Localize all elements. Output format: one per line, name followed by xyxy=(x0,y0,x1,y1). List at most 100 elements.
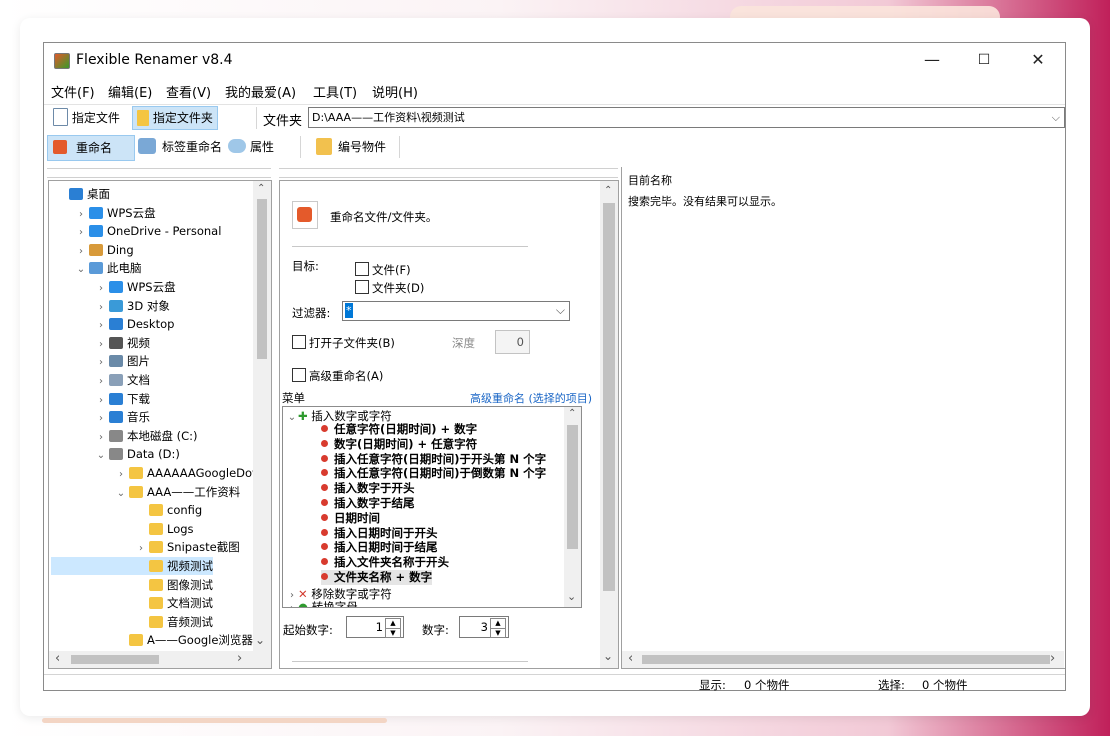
chevron-right-icon[interactable]: › xyxy=(95,429,107,447)
tree-item[interactable]: › OneDrive - Personal xyxy=(51,222,221,240)
spin-down-icon[interactable]: ▼ xyxy=(385,628,401,638)
target-label: 目标: xyxy=(292,259,319,273)
chevron-right-icon[interactable]: › xyxy=(115,466,127,484)
digits-spinner[interactable]: 3 ▲ ▼ xyxy=(459,616,509,638)
chevron-down-icon[interactable]: ⌄ xyxy=(75,261,87,279)
chevron-right-icon[interactable]: › xyxy=(95,280,107,298)
tree-item[interactable]: 桌面 xyxy=(51,185,110,203)
toolbar-top: 指定文件 指定文件夹 文件夹 D:\AAA——工作资料\视频测试 ⌵ xyxy=(44,104,1065,131)
digits-label: 数字: xyxy=(422,623,449,637)
menu-file[interactable]: 文件(F) xyxy=(51,82,95,101)
folder-path-combobox[interactable]: D:\AAA——工作资料\视频测试 ⌵ xyxy=(308,107,1065,128)
minimize-button[interactable]: — xyxy=(906,43,958,79)
command-item[interactable]: 日期时间 xyxy=(321,511,380,526)
tree-item[interactable]: 音频测试 xyxy=(51,613,213,631)
scroll-thumb[interactable] xyxy=(642,655,1050,664)
advanced-rename-link[interactable]: 高级重命名 (选择的项目) xyxy=(470,390,592,406)
command-tree-scrollbar[interactable]: ⌃ ⌄ xyxy=(564,407,581,607)
tree-item[interactable]: config xyxy=(51,501,202,519)
chevron-right-icon[interactable]: › xyxy=(95,317,107,335)
tree-item[interactable]: › Ding xyxy=(51,241,134,259)
desktop-icon xyxy=(109,318,123,331)
chevron-down-icon[interactable]: ⌄ xyxy=(115,485,127,503)
results-horizontal-scrollbar[interactable]: ‹ › xyxy=(622,651,1064,668)
tree-item[interactable]: 文档测试 xyxy=(51,594,213,612)
tree-horizontal-scrollbar[interactable]: ‹ › xyxy=(49,651,271,668)
tree-item[interactable]: ⌄ Data (D:) xyxy=(51,445,180,463)
command-item[interactable]: 插入文件夹名称于开头 xyxy=(321,555,449,570)
user-icon xyxy=(89,243,103,256)
rename-button[interactable]: 重命名 xyxy=(47,135,135,161)
specify-folder-button[interactable]: 指定文件夹 xyxy=(132,106,218,130)
tree-item[interactable]: › 本地磁盘 (C:) xyxy=(51,427,198,445)
command-item[interactable]: 插入任意字符(日期时间)于倒数第 N 个字 xyxy=(321,466,546,481)
specify-file-button[interactable]: 指定文件 xyxy=(49,107,124,129)
tree-item[interactable]: 视频测试 xyxy=(51,557,213,575)
start-number-spinner[interactable]: 1 ▲ ▼ xyxy=(346,616,404,638)
tree-item[interactable]: ⌄ AAA——工作资料 xyxy=(51,483,240,501)
maximize-button[interactable]: ☐ xyxy=(958,43,1010,79)
chevron-right-icon[interactable]: › xyxy=(95,373,107,391)
tree-item-label: 视频 xyxy=(127,335,150,350)
chevron-right-icon[interactable]: › xyxy=(95,392,107,410)
scroll-thumb[interactable] xyxy=(71,655,159,664)
rename-pane-scrollbar[interactable]: ⌃ ⌄ xyxy=(600,181,618,668)
tree-item[interactable]: › 下载 xyxy=(51,390,150,408)
tree-item[interactable]: 图像测试 xyxy=(51,576,213,594)
tree-vertical-scrollbar[interactable]: ⌃ ⌄ xyxy=(253,181,271,651)
chevron-right-icon[interactable]: › xyxy=(75,206,87,224)
tree-item[interactable]: A——Google浏览器下载 xyxy=(51,631,271,649)
chevron-right-icon[interactable]: › xyxy=(75,243,87,261)
tree-item[interactable]: › 音乐 xyxy=(51,408,150,426)
command-item[interactable]: 插入日期时间于结尾 xyxy=(321,540,438,555)
menu-edit[interactable]: 编辑(E) xyxy=(108,82,152,101)
command-item[interactable]: 插入数字于开头 xyxy=(321,481,415,496)
chevron-right-icon[interactable]: › xyxy=(95,299,107,317)
folder-icon xyxy=(137,110,149,126)
tree-item[interactable]: Logs xyxy=(51,520,194,538)
chevron-down-icon[interactable]: ⌄ xyxy=(95,447,107,465)
spin-down-icon[interactable]: ▼ xyxy=(490,628,506,638)
scroll-thumb[interactable] xyxy=(603,203,615,591)
chevron-right-icon[interactable]: › xyxy=(75,224,87,242)
tree-item[interactable]: › Snipaste截图 xyxy=(51,538,240,556)
file-checkbox[interactable]: 文件(F) xyxy=(355,262,411,278)
tree-item[interactable]: › 3D 对象 xyxy=(51,297,170,315)
pane-splitter[interactable] xyxy=(47,168,271,178)
command-item[interactable]: 文件夹名称 + 数字 xyxy=(321,570,433,585)
close-button[interactable]: ✕ xyxy=(1012,43,1064,79)
command-item[interactable]: 数字(日期时间) + 任意字符 xyxy=(321,437,477,452)
command-item[interactable]: 插入数字于结尾 xyxy=(321,496,415,511)
tree-item[interactable]: › 图片 xyxy=(51,352,150,370)
command-item[interactable]: 插入任意字符(日期时间)于开头第 N 个字 xyxy=(321,452,546,467)
scroll-thumb[interactable] xyxy=(567,425,578,549)
chevron-right-icon[interactable]: › xyxy=(95,336,107,354)
tree-item[interactable]: › WPS云盘 xyxy=(51,204,156,222)
menu-favorites[interactable]: 我的最爱(A) xyxy=(225,82,296,101)
tree-item-label: Snipaste截图 xyxy=(167,540,240,555)
tree-item[interactable]: › Desktop xyxy=(51,315,174,333)
menu-help[interactable]: 说明(H) xyxy=(372,82,418,101)
tree-item[interactable]: › 文档 xyxy=(51,371,150,389)
command-item[interactable]: 插入日期时间于开头 xyxy=(321,526,438,541)
tree-item[interactable]: › AAAAAAGoogleDown xyxy=(51,464,269,482)
folder-checkbox[interactable]: 文件夹(D) xyxy=(355,280,424,296)
scroll-thumb[interactable] xyxy=(257,199,267,359)
chevron-right-icon[interactable]: › xyxy=(95,354,107,372)
tree-item[interactable]: › 视频 xyxy=(51,334,150,352)
filter-combobox[interactable]: * ⌵ xyxy=(342,301,570,321)
command-item[interactable]: 任意字符(日期时间) + 数字 xyxy=(321,422,477,437)
tree-item[interactable]: › WPS云盘 xyxy=(51,278,176,296)
group-convert[interactable]: ›● 转换字母 xyxy=(286,598,358,607)
menu-view[interactable]: 查看(V) xyxy=(166,82,211,101)
open-subfolder-checkbox[interactable]: 打开子文件夹(B) xyxy=(292,335,395,351)
chevron-right-icon[interactable]: › xyxy=(135,540,147,558)
advanced-rename-checkbox[interactable]: 高级重命名(A) xyxy=(292,368,383,384)
depth-input[interactable]: 0 xyxy=(495,330,530,354)
pane-splitter[interactable] xyxy=(279,168,618,178)
chevron-right-icon[interactable]: › xyxy=(95,410,107,428)
menu-tools[interactable]: 工具(T) xyxy=(313,82,357,101)
tree-item[interactable]: ⌄ 此电脑 xyxy=(51,259,142,277)
scroll-left-icon: ‹ xyxy=(628,651,634,666)
document-icon xyxy=(109,374,123,386)
